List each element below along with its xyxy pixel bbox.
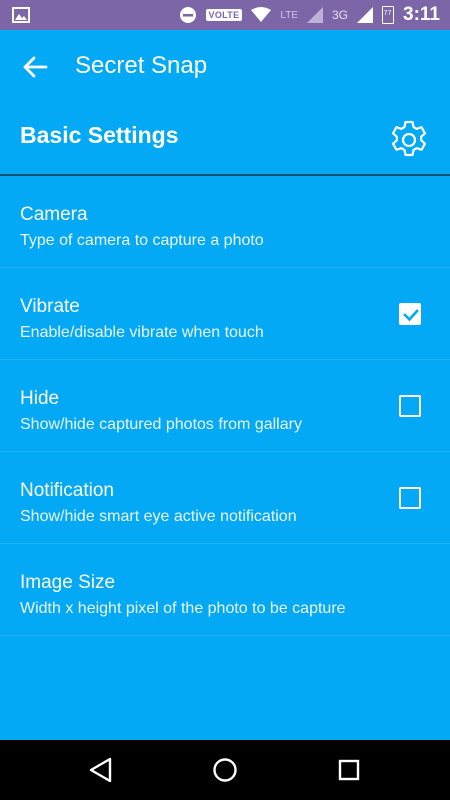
settings-list: Camera Type of camera to capture a photo…: [0, 176, 450, 636]
checkmark-icon: [403, 309, 419, 322]
network-type-label: 3G: [332, 8, 349, 22]
gear-icon[interactable]: [388, 119, 430, 161]
setting-subtitle: Width x height pixel of the photo to be …: [20, 600, 346, 617]
app-title: Secret Snap: [75, 52, 208, 79]
setting-title: Image Size: [20, 572, 116, 593]
section-header: Basic Settings: [0, 102, 450, 174]
setting-subtitle: Show/hide captured photos from gallary: [20, 416, 302, 433]
volte-badge: VOLTE: [205, 9, 243, 21]
lte-label: LTE: [280, 9, 298, 21]
setting-title: Vibrate: [20, 296, 80, 317]
notification-checkbox[interactable]: [399, 487, 421, 509]
battery-level: 77: [383, 10, 392, 17]
vibrate-checkbox[interactable]: [399, 303, 421, 325]
signal-icon-1: [307, 7, 323, 23]
setting-subtitle: Enable/disable vibrate when touch: [20, 324, 264, 341]
setting-notification[interactable]: Notification Show/hide smart eye active …: [0, 452, 450, 544]
navigation-bar: [0, 740, 450, 800]
recents-square-icon[interactable]: [334, 755, 364, 785]
back-triangle-icon[interactable]: [86, 755, 116, 785]
setting-title: Hide: [20, 388, 60, 409]
setting-subtitle: Type of camera to capture a photo: [20, 232, 264, 249]
app-toolbar: Secret Snap: [0, 30, 450, 102]
setting-subtitle: Show/hide smart eye active notification: [20, 508, 297, 525]
wifi-icon: [251, 7, 272, 22]
battery-icon: 77: [382, 6, 395, 24]
image-notification-icon: [12, 7, 30, 23]
status-bar: VOLTE LTE 3G 77 3:11: [0, 0, 450, 30]
setting-hide[interactable]: Hide Show/hide captured photos from gall…: [0, 360, 450, 452]
signal-icon-2: [357, 7, 374, 23]
home-circle-icon[interactable]: [210, 755, 240, 785]
section-title: Basic Settings: [20, 122, 179, 148]
hide-checkbox[interactable]: [399, 395, 421, 417]
setting-title: Camera: [20, 204, 88, 225]
setting-vibrate[interactable]: Vibrate Enable/disable vibrate when touc…: [0, 268, 450, 360]
setting-image-size[interactable]: Image Size Width x height pixel of the p…: [0, 544, 450, 636]
setting-camera[interactable]: Camera Type of camera to capture a photo: [0, 176, 450, 268]
back-arrow-icon[interactable]: [18, 50, 52, 84]
setting-title: Notification: [20, 480, 114, 501]
do-not-disturb-icon: [179, 7, 196, 23]
status-time: 3:11: [403, 4, 440, 25]
